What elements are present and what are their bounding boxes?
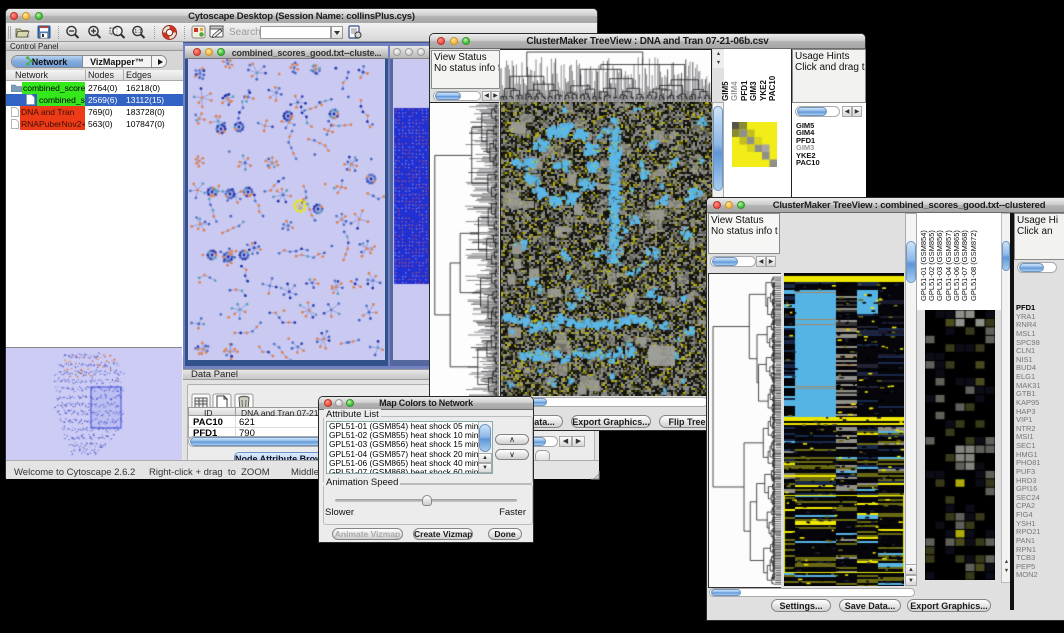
svg-text:1:1: 1:1 (134, 29, 142, 35)
